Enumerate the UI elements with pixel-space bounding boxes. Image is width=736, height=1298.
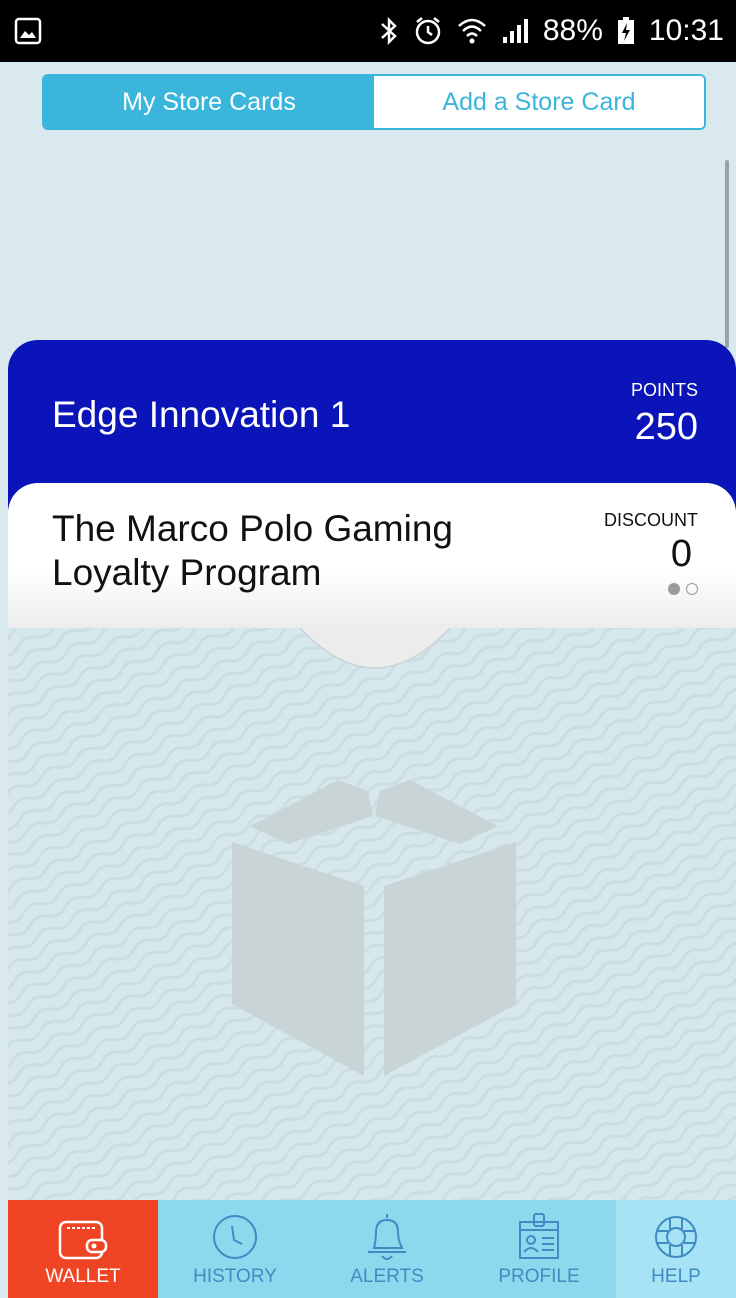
bottom-navigation: WALLET HISTORY ALERTS PROFILE HELP — [8, 1200, 736, 1298]
bluetooth-icon — [381, 16, 397, 46]
card-pull-tab[interactable] — [300, 628, 450, 670]
nav-label: ALERTS — [350, 1266, 424, 1287]
page-dot-active — [668, 583, 680, 595]
nav-alerts[interactable]: ALERTS — [312, 1200, 462, 1298]
tab-my-store-cards[interactable]: My Store Cards — [44, 76, 374, 128]
box-logo-icon — [232, 780, 516, 1076]
wifi-icon — [458, 18, 486, 44]
segmented-tabs: My Store Cards Add a Store Card — [42, 74, 706, 130]
bell-icon — [368, 1214, 406, 1260]
card-name: The Marco Polo Gaming Loyalty Program — [52, 508, 454, 593]
clock-icon — [213, 1215, 257, 1259]
wallet-icon — [58, 1220, 108, 1260]
nav-label: PROFILE — [498, 1266, 580, 1287]
nav-wallet[interactable]: WALLET — [8, 1200, 158, 1298]
card-name: Edge Innovation 1 — [52, 394, 351, 435]
status-bar: 88% 10:31 — [0, 0, 736, 62]
clock-time: 10:31 — [648, 14, 724, 47]
scroll-indicator[interactable] — [725, 160, 729, 348]
nav-label: HELP — [651, 1266, 701, 1287]
battery-charging-icon — [617, 17, 634, 44]
signal-icon — [502, 19, 528, 43]
points-value: 250 — [634, 406, 698, 448]
id-badge-icon — [519, 1213, 559, 1259]
nav-help[interactable]: HELP — [616, 1200, 736, 1298]
nav-history[interactable]: HISTORY — [158, 1200, 312, 1298]
store-card-marco-polo[interactable]: The Marco Polo Gaming Loyalty Program DI… — [8, 483, 736, 628]
points-label: POINTS — [630, 380, 698, 400]
discount-label: DISCOUNT — [604, 510, 698, 530]
tab-add-store-card[interactable]: Add a Store Card — [374, 76, 704, 128]
lifebuoy-icon — [655, 1216, 697, 1258]
nav-label: WALLET — [45, 1266, 121, 1287]
alarm-icon — [415, 17, 441, 45]
discount-value: 0 — [670, 533, 692, 575]
nav-profile[interactable]: PROFILE — [462, 1200, 616, 1298]
nav-label: HISTORY — [193, 1266, 277, 1287]
gallery-icon — [14, 17, 42, 45]
battery-percent: 88% — [542, 14, 603, 47]
page-indicator — [668, 583, 698, 595]
page-dot — [686, 583, 698, 595]
